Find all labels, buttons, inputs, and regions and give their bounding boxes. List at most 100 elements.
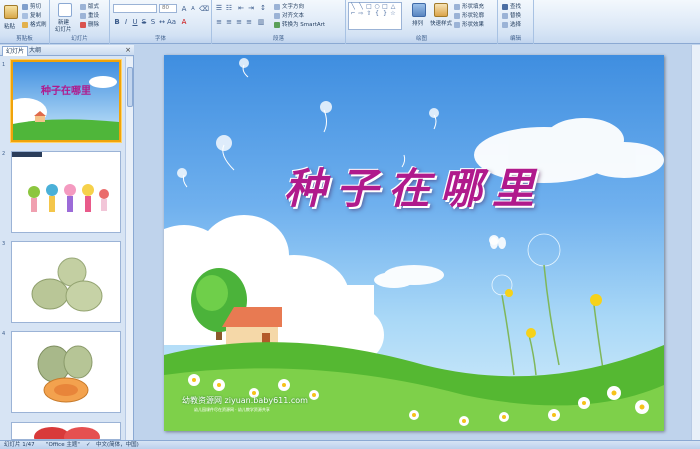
italic-icon[interactable]: I <box>122 18 130 26</box>
shadow-icon[interactable]: S <box>149 18 157 26</box>
layout-button[interactable]: 版式 <box>80 2 99 10</box>
triangle-shape-icon[interactable]: △ <box>389 3 397 10</box>
replace-button[interactable]: 替换 <box>502 11 521 19</box>
slide-thumbnail-1[interactable]: 种子在哪里 <box>11 60 121 142</box>
quick-styles-button[interactable]: 快速样式 <box>430 19 452 27</box>
scrollbar-thumb[interactable] <box>127 67 133 107</box>
arrange-button[interactable]: 排列 <box>412 19 423 27</box>
shapes-gallery[interactable]: ╲ ╲ □ ○ □ △ ⌐ ⇨ ⇧{} ☆ <box>348 2 402 30</box>
layout-icon <box>80 3 86 10</box>
strikethrough-icon[interactable]: S <box>140 18 148 26</box>
align-center-icon[interactable]: ≡ <box>225 18 233 26</box>
shape-outline-button[interactable]: 形状轮廓 <box>454 11 484 19</box>
cursor-icon <box>502 21 508 28</box>
clear-format-icon[interactable]: ⌫ <box>199 5 209 13</box>
arrow-shape-icon[interactable]: ⇧ <box>365 10 373 17</box>
line-shape-icon[interactable]: ╲ <box>349 3 357 10</box>
arrow-shape-icon[interactable]: ⇨ <box>357 10 365 17</box>
select-button[interactable]: 选择 <box>502 20 521 28</box>
slide-editor: 种子在哪里 幼教资源网 ziyuan.baby611.com 幼儿园课件尽在资源… <box>135 45 700 440</box>
font-name-combo[interactable] <box>113 4 157 13</box>
new-slide-icon[interactable] <box>58 3 72 17</box>
decrease-indent-icon[interactable]: ⇤ <box>237 4 245 12</box>
justify-icon[interactable]: ≡ <box>245 18 253 26</box>
slide-thumbnail-3[interactable] <box>11 241 121 323</box>
new-slide-button-line2[interactable]: 幻灯片 <box>55 25 72 33</box>
font-size-combo[interactable]: 80 <box>159 4 177 13</box>
binoculars-icon <box>502 3 508 10</box>
cut-button[interactable]: 剪切 <box>22 2 41 10</box>
brace-shape-icon[interactable]: { <box>373 10 381 17</box>
shape-effects-button[interactable]: 形状效果 <box>454 20 484 28</box>
slide-number: 4 <box>2 331 6 337</box>
editor-scrollbar[interactable] <box>691 45 700 440</box>
convert-smartart-label: 转换为 SmartArt <box>282 22 326 28</box>
quick-styles-icon[interactable] <box>434 3 448 17</box>
grow-font-icon[interactable]: A <box>180 5 188 13</box>
delete-label: 删除 <box>88 22 100 28</box>
slide-5-preview <box>12 423 120 439</box>
columns-icon[interactable]: ▥ <box>257 18 265 26</box>
copy-icon <box>22 12 28 19</box>
line-spacing-icon[interactable]: ↕ <box>259 4 267 12</box>
brace-shape-icon[interactable]: } <box>381 10 389 17</box>
clipboard-group-label: 剪贴板 <box>0 35 49 43</box>
bullets-icon[interactable]: ☰ <box>215 4 223 12</box>
numbering-icon[interactable]: ☷ <box>225 4 233 12</box>
paint-bucket-icon <box>454 3 460 10</box>
slides-pane-scrollbar[interactable] <box>125 57 133 440</box>
slide-background-art <box>164 58 664 431</box>
align-text-button[interactable]: 对齐文本 <box>274 11 304 19</box>
align-right-icon[interactable]: ≡ <box>235 18 243 26</box>
format-painter-button[interactable]: 格式刷 <box>22 20 47 28</box>
connector-shape-icon[interactable]: ⌐ <box>349 10 357 17</box>
paste-icon[interactable] <box>4 5 18 19</box>
slide-2-preview <box>12 152 120 232</box>
text-direction-label: 文字方向 <box>282 4 305 10</box>
change-case-icon[interactable]: Aa <box>167 18 176 26</box>
paragraph-group: ☰ ☷ ⇤ ⇥ ↕ ≡ ≡ ≡ ≡ ▥ 文字方向 对齐文本 转换为 SmartA… <box>212 0 346 44</box>
line-shape-icon[interactable]: ╲ <box>357 3 365 10</box>
text-direction-button[interactable]: 文字方向 <box>274 2 304 10</box>
oval-shape-icon[interactable]: ○ <box>373 3 381 10</box>
slide-thumbnail-2[interactable] <box>11 151 121 233</box>
slide-watermark: 幼教资源网 ziyuan.baby611.com <box>182 396 308 405</box>
copy-button[interactable]: 复制 <box>22 11 41 19</box>
slides-group-label: 幻灯片 <box>50 35 109 43</box>
convert-smartart-button[interactable]: 转换为 SmartArt <box>274 20 325 28</box>
paste-button[interactable]: 粘贴 <box>4 22 15 30</box>
rectangle-shape-icon[interactable]: □ <box>365 3 373 10</box>
slide-thumbnail-4[interactable] <box>11 331 121 413</box>
shape-outline-label: 形状轮廓 <box>462 13 485 19</box>
select-label: 选择 <box>510 22 522 28</box>
slide-number: 1 <box>2 62 6 68</box>
align-left-icon[interactable]: ≡ <box>215 18 223 26</box>
bold-icon[interactable]: B <box>113 18 121 26</box>
language-status[interactable]: 中文(简体，中国) <box>96 441 139 449</box>
current-slide[interactable]: 种子在哪里 幼教资源网 ziyuan.baby611.com 幼儿园课件尽在资源… <box>164 55 664 431</box>
spacing-icon[interactable]: ↔ <box>158 18 166 26</box>
star-shape-icon[interactable]: ☆ <box>389 10 397 17</box>
spellcheck-icon[interactable]: ✓ <box>86 441 91 449</box>
shape-fill-button[interactable]: 形状填充 <box>454 2 484 10</box>
font-color-icon[interactable]: A <box>180 18 188 26</box>
rectangle-shape-icon[interactable]: □ <box>381 3 389 10</box>
increase-indent-icon[interactable]: ⇥ <box>247 4 255 12</box>
slide-thumbnail-5[interactable] <box>11 422 121 440</box>
find-button[interactable]: 查找 <box>502 2 521 10</box>
slide-count-status: 幻灯片 1/47 <box>4 442 35 448</box>
slide-title[interactable]: 种子在哪里 <box>164 155 664 216</box>
arrange-icon[interactable] <box>412 3 426 17</box>
tab-slides[interactable]: 幻灯片 <box>2 46 29 56</box>
align-text-icon <box>274 12 280 19</box>
reset-button[interactable]: 重设 <box>80 11 99 19</box>
drawing-group-label: 绘图 <box>346 35 497 43</box>
delete-button[interactable]: 删除 <box>80 20 99 28</box>
slide-1-preview: 种子在哪里 <box>13 62 119 140</box>
slide-1-title-text: 种子在哪里 <box>40 84 91 97</box>
slide-number: 2 <box>2 151 6 157</box>
close-icon[interactable]: × <box>125 46 131 54</box>
underline-icon[interactable]: U <box>131 18 139 26</box>
shrink-font-icon[interactable]: A <box>189 5 197 13</box>
tab-outline[interactable]: 大纲 <box>26 46 44 56</box>
